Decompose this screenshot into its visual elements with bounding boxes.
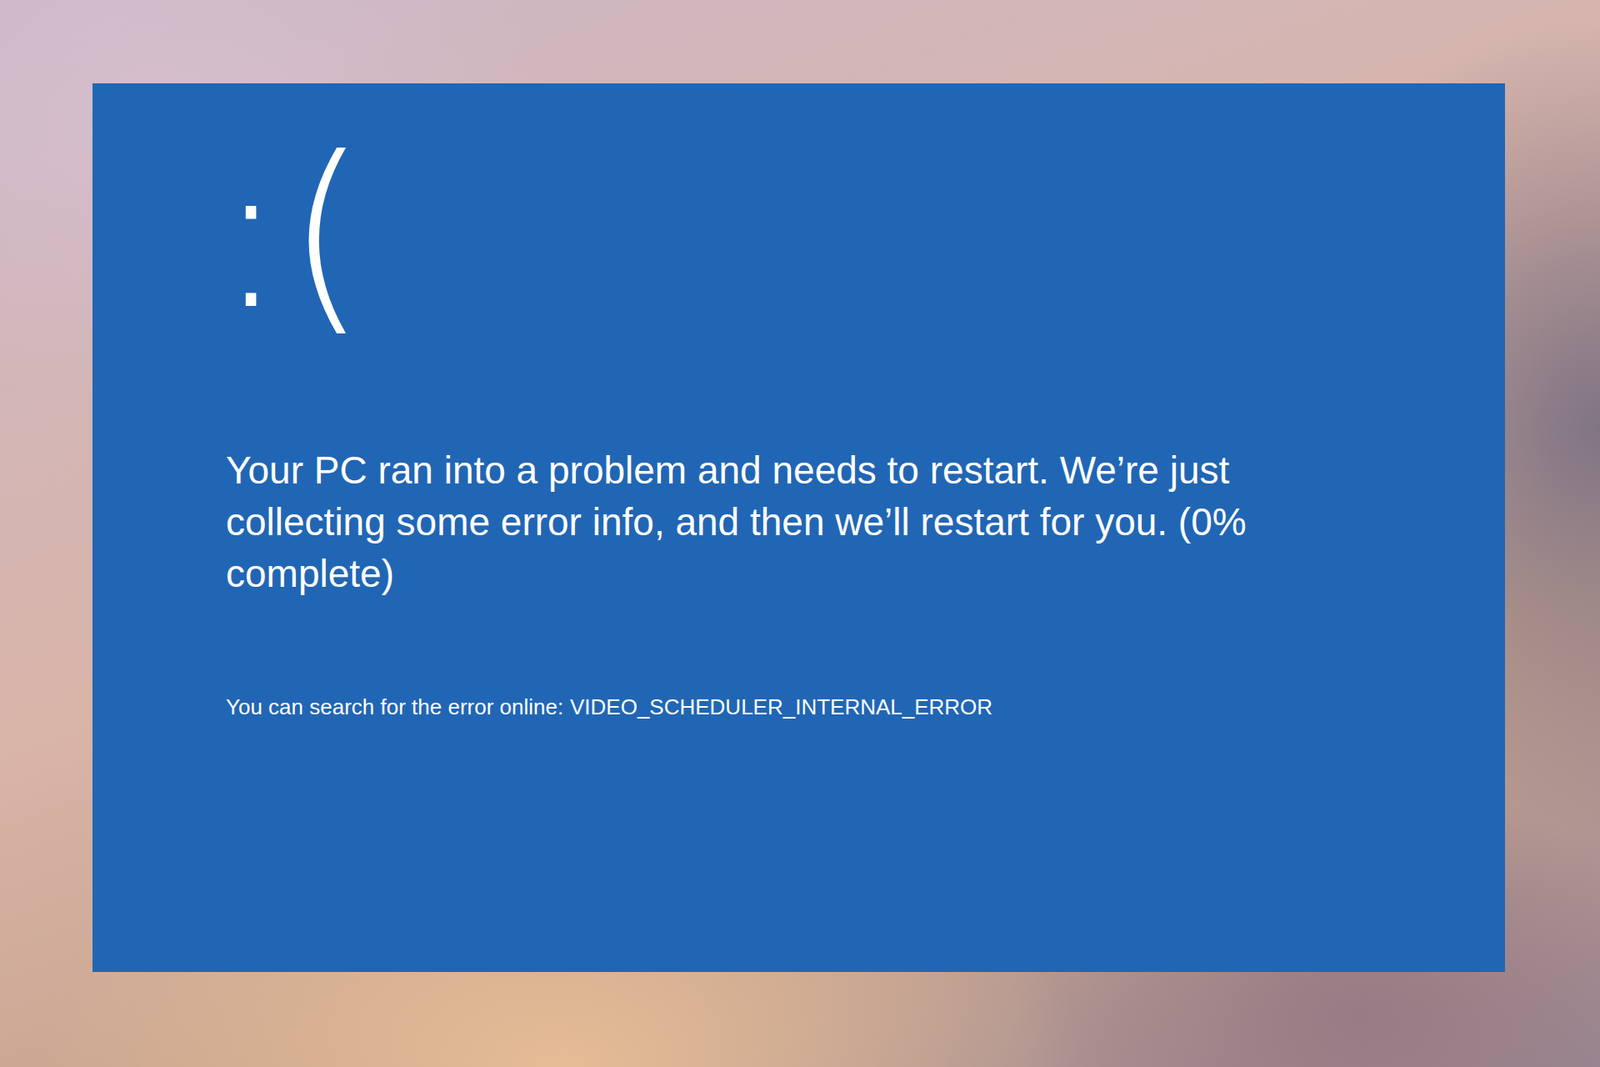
search-label: You can search for the error online: xyxy=(225,692,564,721)
stop-code: VIDEO_SCHEDULER_INTERNAL_ERROR xyxy=(570,692,993,721)
error-message: Your PC ran into a problem and needs to … xyxy=(225,444,1335,600)
bluescreen-panel: :( Your PC ran into a problem and needs t… xyxy=(92,83,1505,972)
sad-face: :( xyxy=(215,125,1422,345)
search-hint: You can search for the error online:VIDE… xyxy=(225,692,1422,721)
